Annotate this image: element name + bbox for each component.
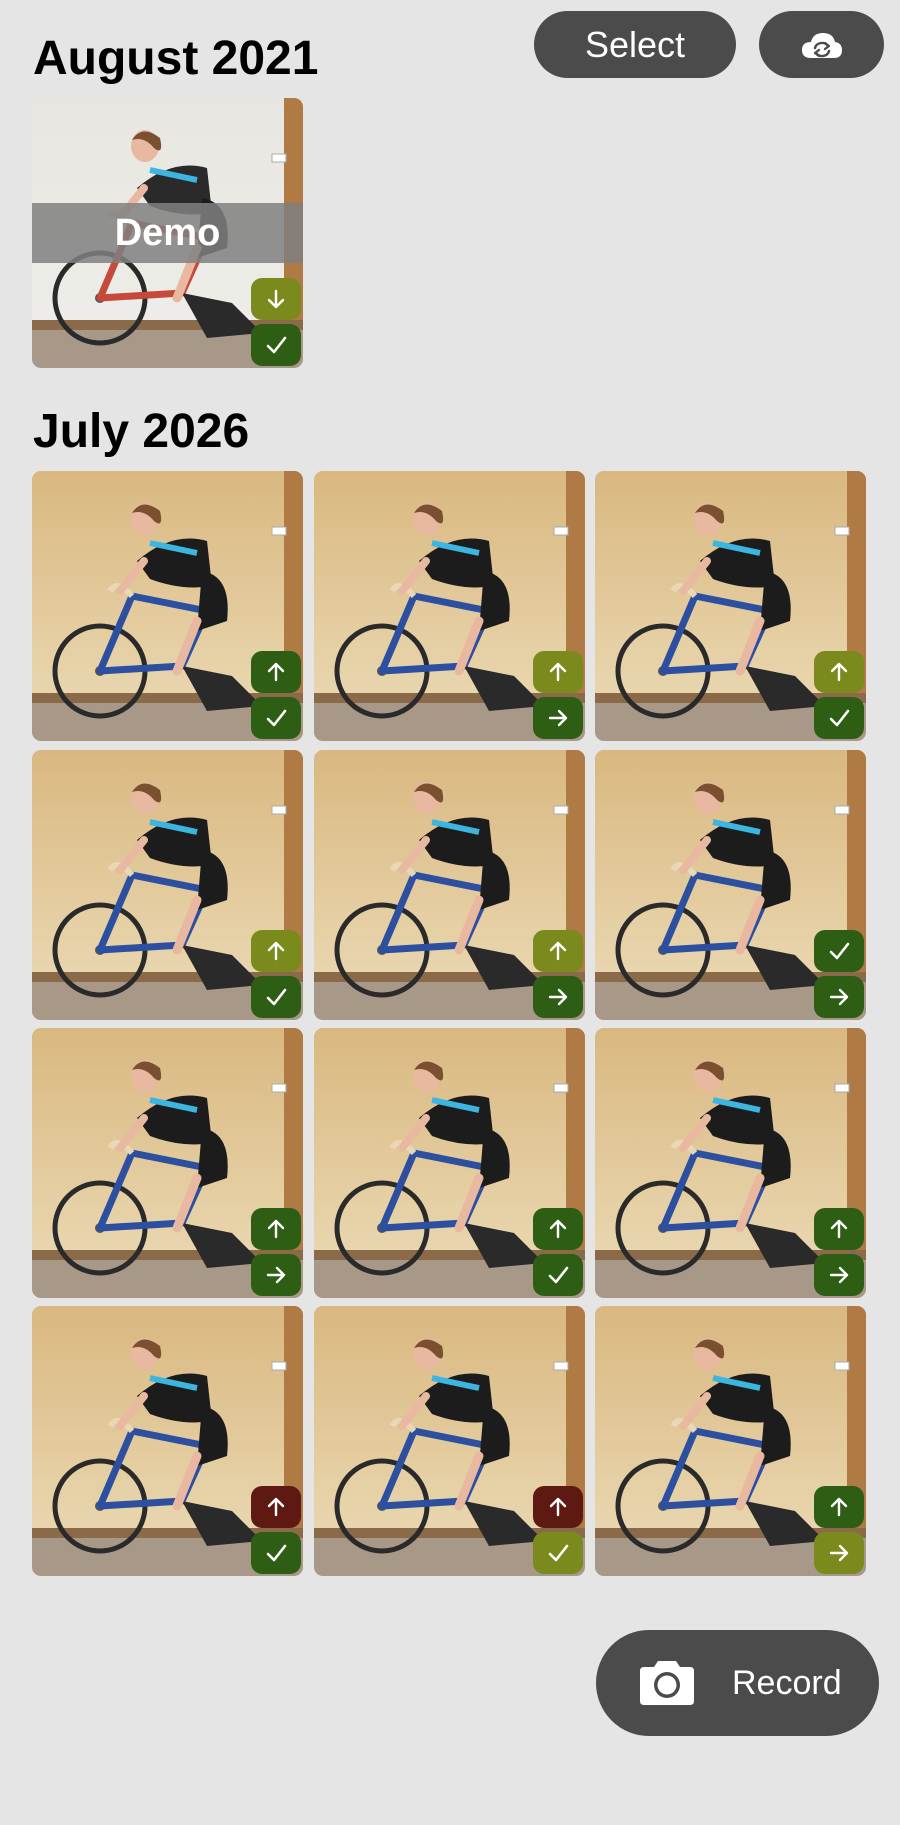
check-icon: [829, 942, 850, 960]
cloud-sync-button[interactable]: [759, 11, 884, 78]
arrow-down-status-badge: [251, 278, 301, 320]
check-icon: [266, 988, 287, 1006]
video-thumbnail[interactable]: [314, 471, 585, 741]
record-button[interactable]: Record: [596, 1630, 879, 1736]
arrow-up-status-badge: [814, 1208, 864, 1250]
arrow-right-icon: [548, 988, 568, 1006]
arrow-up-icon: [549, 941, 567, 961]
arrow-right-icon: [266, 1266, 286, 1284]
video-thumbnail[interactable]: [32, 1306, 303, 1576]
arrow-up-icon: [267, 1219, 285, 1239]
check-status-badge: [251, 1532, 301, 1574]
arrow-down-icon: [267, 289, 285, 309]
arrow-up-icon: [267, 941, 285, 961]
arrow-right-icon: [829, 988, 849, 1006]
arrow-right-status-badge: [251, 1254, 301, 1296]
check-status-badge: [814, 697, 864, 739]
arrow-up-icon: [549, 1219, 567, 1239]
arrow-up-status-badge: [251, 651, 301, 693]
arrow-up-status-badge: [251, 930, 301, 972]
arrow-up-status-badge: [251, 1486, 301, 1528]
record-label: Record: [732, 1663, 842, 1702]
video-thumbnail[interactable]: [32, 471, 303, 741]
arrow-up-icon: [830, 1219, 848, 1239]
check-status-badge: [251, 976, 301, 1018]
video-thumbnail[interactable]: [32, 1028, 303, 1298]
camera-icon: [640, 1661, 694, 1705]
check-status-badge: [251, 697, 301, 739]
arrow-up-status-badge: [533, 1486, 583, 1528]
check-icon: [829, 709, 850, 727]
arrow-right-status-badge: [533, 697, 583, 739]
video-thumbnail[interactable]: [314, 750, 585, 1020]
video-thumbnail[interactable]: [595, 1028, 866, 1298]
video-thumbnail[interactable]: [314, 1306, 585, 1576]
video-thumbnail[interactable]: [595, 1306, 866, 1576]
arrow-up-icon: [830, 662, 848, 682]
video-thumbnail[interactable]: [314, 1028, 585, 1298]
video-thumbnail[interactable]: [595, 471, 866, 741]
section-title-july-2026: July 2026: [33, 405, 250, 458]
check-icon: [266, 1544, 287, 1562]
arrow-right-icon: [829, 1266, 849, 1284]
arrow-up-icon: [830, 1497, 848, 1517]
check-icon: [548, 1266, 569, 1284]
check-status-badge: [251, 324, 301, 366]
arrow-right-status-badge: [814, 1254, 864, 1296]
video-thumbnail[interactable]: [32, 750, 303, 1020]
arrow-up-status-badge: [814, 1486, 864, 1528]
check-icon: [266, 336, 287, 354]
section-title-august-2021: August 2021: [33, 32, 319, 85]
arrow-up-status-badge: [251, 1208, 301, 1250]
arrow-up-status-badge: [533, 1208, 583, 1250]
arrow-up-icon: [267, 1497, 285, 1517]
arrow-up-status-badge: [533, 930, 583, 972]
arrow-up-icon: [549, 1497, 567, 1517]
check-status-badge: [814, 930, 864, 972]
arrow-right-status-badge: [814, 976, 864, 1018]
check-icon: [266, 709, 287, 727]
arrow-right-icon: [548, 709, 568, 727]
demo-video-thumbnail[interactable]: Demo: [32, 98, 303, 368]
cloud-sync-icon: [801, 32, 842, 58]
arrow-right-status-badge: [533, 976, 583, 1018]
arrow-up-icon: [549, 662, 567, 682]
select-button[interactable]: Select: [534, 11, 736, 78]
check-icon: [548, 1544, 569, 1562]
arrow-right-icon: [829, 1544, 849, 1562]
arrow-right-status-badge: [814, 1532, 864, 1574]
video-thumbnail[interactable]: [595, 750, 866, 1020]
arrow-up-status-badge: [814, 651, 864, 693]
arrow-up-status-badge: [533, 651, 583, 693]
demo-label: Demo: [32, 203, 303, 263]
arrow-up-icon: [267, 662, 285, 682]
check-status-badge: [533, 1532, 583, 1574]
check-status-badge: [533, 1254, 583, 1296]
